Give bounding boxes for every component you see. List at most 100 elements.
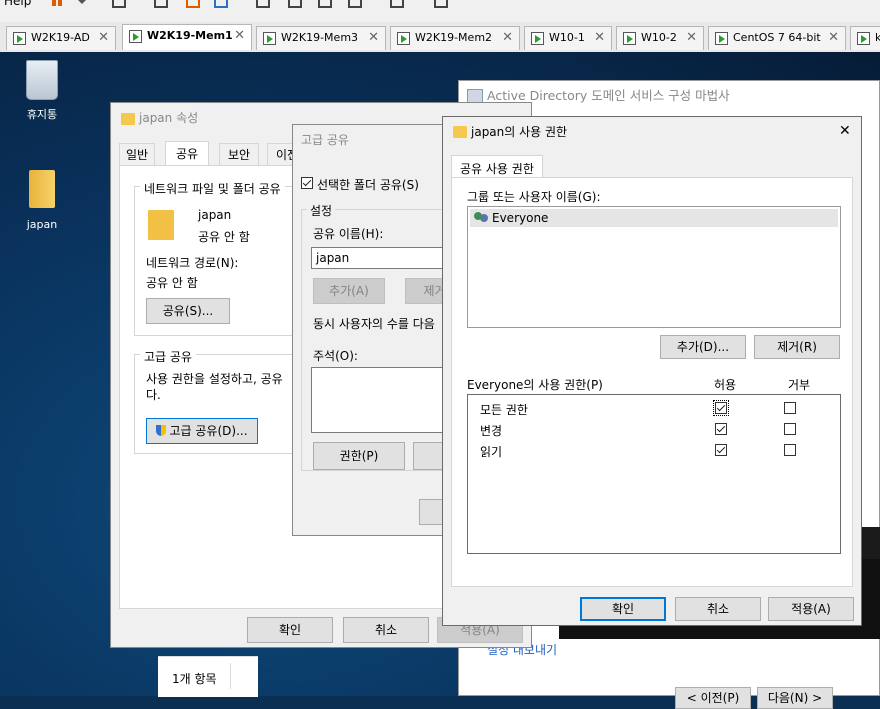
- network-path-label: 네트워크 경로(N):: [146, 256, 239, 270]
- snapshot-icon[interactable]: [154, 0, 168, 8]
- help-menu[interactable]: Help: [4, 0, 31, 8]
- tab-security[interactable]: 보안: [219, 143, 260, 165]
- share-button[interactable]: 공유(S)...: [146, 298, 230, 324]
- vm-tab-bar: W2K19-AD ✕ W2K19-Mem1 ✕ W2K19-Mem3 ✕ W2K…: [0, 22, 880, 53]
- settings-group-title: 설정: [307, 202, 336, 219]
- dropdown-icon[interactable]: [78, 0, 86, 4]
- vm-tab-label: W2K19-Mem3: [281, 31, 359, 44]
- vm-tab-w10-1[interactable]: W10-1 ✕: [524, 26, 612, 50]
- tab-general[interactable]: 일반: [119, 143, 156, 165]
- vm-tab-label: W10-2: [641, 31, 677, 44]
- allow-checkbox[interactable]: [715, 444, 727, 456]
- vm-tab-w2k19-mem2[interactable]: W2K19-Mem2 ✕: [390, 26, 520, 50]
- cancel-button[interactable]: 취소: [675, 597, 761, 621]
- vm-tab-label: W2K19-Mem1: [147, 29, 233, 42]
- permissions-title: japan의 사용 권한: [471, 125, 568, 139]
- prev-button[interactable]: < 이전(P): [675, 687, 751, 709]
- permissions-button[interactable]: 권한(P): [313, 442, 405, 470]
- item-count: 1개 항목: [172, 672, 217, 686]
- add-user-button[interactable]: 추가(D)...: [660, 335, 746, 359]
- user-limit-label: 동시 사용자의 수를 다음: [313, 317, 435, 331]
- comment-label: 주석(O):: [313, 349, 358, 363]
- network-share-group-title: 네트워크 파일 및 폴더 공유: [140, 180, 285, 197]
- permission-name: 모든 권한: [480, 403, 528, 417]
- next-button[interactable]: 다음(N) >: [757, 687, 833, 709]
- view-unity-icon[interactable]: [288, 0, 302, 8]
- view-stretch-icon[interactable]: [348, 0, 362, 8]
- vm-tab-label: W2K19-Mem2: [415, 31, 493, 44]
- view-console-icon[interactable]: [318, 0, 332, 8]
- close-icon[interactable]: ✕: [594, 27, 605, 49]
- deny-checkbox[interactable]: [784, 402, 796, 414]
- vm-icon: [531, 32, 544, 45]
- vm-icon: [715, 32, 728, 45]
- close-icon[interactable]: ✕: [839, 123, 851, 139]
- vm-toolbar: Help: [0, 0, 880, 23]
- share-folder-checkbox-label: 선택한 폴더 공유(S): [317, 178, 419, 192]
- permissions-window: japan의 사용 권한 ✕ 공유 사용 권한 그룹 또는 사용자 이름(G):…: [442, 116, 862, 626]
- fullscreen-icon[interactable]: [434, 0, 448, 8]
- network-path-value: 공유 안 함: [146, 276, 198, 290]
- vm-tab-label: W10-1: [549, 31, 585, 44]
- revert-icon[interactable]: [186, 0, 200, 8]
- vm-tab-w2k19-mem1[interactable]: W2K19-Mem1 ✕: [122, 24, 252, 50]
- vm-tab-w10-2[interactable]: W10-2 ✕: [616, 26, 704, 50]
- vm-icon: [857, 32, 870, 45]
- table-row: 읽기: [468, 443, 840, 461]
- pause-icon[interactable]: [52, 0, 56, 6]
- close-icon[interactable]: ✕: [502, 27, 513, 49]
- permissions-for-label: Everyone의 사용 권한(P): [467, 378, 603, 392]
- deny-checkbox[interactable]: [784, 423, 796, 435]
- remove-user-button[interactable]: 제거(R): [754, 335, 840, 359]
- apply-button[interactable]: 적용(A): [768, 597, 854, 621]
- group-or-user-label: 그룹 또는 사용자 이름(G):: [467, 190, 601, 204]
- folder-label: japan: [26, 218, 58, 231]
- send-keys-icon[interactable]: [112, 0, 126, 8]
- vm-tab-centos[interactable]: CentOS 7 64-bit ✕: [708, 26, 846, 50]
- ok-button[interactable]: 확인: [247, 617, 333, 643]
- close-icon[interactable]: ✕: [368, 27, 379, 49]
- advanced-share-button-label: 고급 공유(D)...: [169, 424, 248, 438]
- advanced-share-group-title: 고급 공유: [140, 348, 196, 365]
- tab-sharing[interactable]: 공유: [165, 141, 210, 167]
- recycle-bin-label: 휴지통: [26, 108, 58, 121]
- vm-tab-label: CentOS 7 64-bit: [733, 31, 821, 44]
- close-icon[interactable]: ✕: [98, 27, 109, 49]
- close-icon[interactable]: ✕: [234, 25, 245, 47]
- permissions-panel: 그룹 또는 사용자 이름(G): Everyone 추가(D)... 제거(R)…: [451, 177, 853, 587]
- deny-checkbox[interactable]: [784, 444, 796, 456]
- view-full-icon[interactable]: [256, 0, 270, 8]
- desktop-folder-japan[interactable]: japan: [12, 170, 72, 231]
- allow-checkbox[interactable]: [715, 423, 727, 435]
- share-folder-checkbox[interactable]: [301, 177, 313, 189]
- recycle-bin[interactable]: 휴지통: [12, 60, 72, 122]
- allow-header: 허용: [714, 378, 737, 392]
- close-icon[interactable]: ✕: [686, 27, 697, 49]
- permissions-list: 모든 권한 변경 읽기: [467, 394, 841, 554]
- vm-tab-w2k19-mem3[interactable]: W2K19-Mem3 ✕: [256, 26, 386, 50]
- explorer-status-bar: 1개 항목: [158, 656, 258, 697]
- vm-icon: [623, 32, 636, 45]
- vm-tab-k[interactable]: k: [850, 26, 880, 50]
- share-name-label: 공유 이름(H):: [313, 227, 384, 241]
- shield-icon: [156, 425, 167, 436]
- allow-checkbox[interactable]: [713, 400, 729, 416]
- vm-icon: [397, 32, 410, 45]
- user-list[interactable]: Everyone: [467, 206, 841, 328]
- vm-icon: [129, 30, 142, 43]
- vm-tab-w2k19-ad[interactable]: W2K19-AD ✕: [6, 26, 116, 50]
- recycle-bin-icon: [26, 60, 58, 100]
- list-item[interactable]: Everyone: [470, 209, 838, 227]
- terminal-icon[interactable]: [390, 0, 404, 8]
- add-share-button: 추가(A): [313, 278, 385, 304]
- folder-icon: [29, 170, 55, 208]
- close-icon[interactable]: ✕: [828, 27, 839, 49]
- table-row: 모든 권한: [468, 400, 840, 419]
- cancel-button[interactable]: 취소: [343, 617, 429, 643]
- permission-name: 읽기: [480, 445, 503, 459]
- share-name-value: japan: [316, 251, 350, 265]
- manage-snapshot-icon[interactable]: [214, 0, 228, 8]
- advanced-share-button[interactable]: 고급 공유(D)...: [146, 418, 258, 444]
- ok-button[interactable]: 확인: [580, 597, 666, 621]
- vm-icon: [13, 32, 26, 45]
